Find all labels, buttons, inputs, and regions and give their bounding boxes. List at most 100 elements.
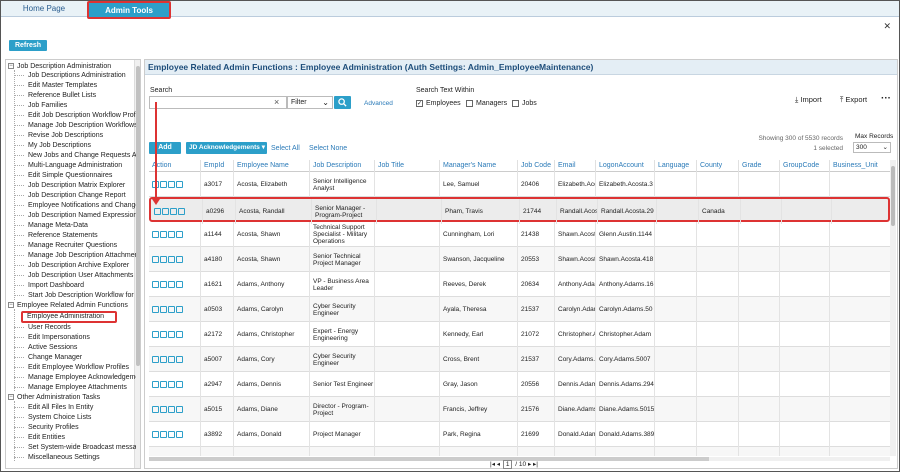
employees-checkbox[interactable]: ✓ Employees [416, 99, 461, 108]
search-button[interactable] [334, 96, 351, 109]
tree-item[interactable]: Multi-Language Administration [8, 161, 136, 170]
column-header[interactable]: Email [554, 160, 595, 172]
filter-dropdown[interactable]: Filter ⌄ [287, 96, 333, 109]
tree-item[interactable]: Change Manager [8, 353, 136, 362]
tree-item[interactable]: My Job Descriptions [8, 141, 136, 150]
column-header[interactable]: EmpId [200, 160, 233, 172]
tree-item[interactable]: Edit Impersonations [8, 333, 136, 342]
prev-page-icon[interactable]: ◂ [497, 461, 500, 468]
settings-icon[interactable] [168, 256, 175, 263]
more-options-icon[interactable]: ··· [881, 93, 891, 104]
column-header[interactable]: Business_Unit [829, 160, 890, 172]
tab-home-page[interactable]: Home Page [7, 1, 81, 17]
document-icon[interactable] [160, 256, 167, 263]
edit-icon[interactable] [152, 256, 159, 263]
tree-item[interactable]: Reference Bullet Lists [8, 91, 136, 100]
column-header[interactable]: Job Code [517, 160, 554, 172]
table-row[interactable]: a4180 Acosta, Shawn Senior Technical Proje… [149, 247, 890, 272]
card-icon[interactable] [176, 431, 183, 438]
document-icon[interactable] [160, 431, 167, 438]
tree-item[interactable]: System Choice Lists [8, 413, 136, 422]
tree-item[interactable]: Job Description Archive Explorer [8, 261, 136, 270]
tree-item[interactable]: Start Job Description Workflow for [8, 291, 136, 300]
document-icon[interactable] [160, 306, 167, 313]
column-header[interactable]: Employee Name [233, 160, 309, 172]
settings-icon[interactable] [168, 231, 175, 238]
edit-icon[interactable] [154, 208, 161, 215]
collapse-icon[interactable]: − [8, 302, 14, 308]
document-icon[interactable] [160, 231, 167, 238]
document-icon[interactable] [160, 406, 167, 413]
tree-item[interactable]: Job Families [8, 101, 136, 110]
tree-item[interactable]: Edit Simple Questionnaires [8, 171, 136, 180]
import-button[interactable]: ⤓ Import [795, 95, 822, 105]
column-header[interactable]: Job Title [374, 160, 439, 172]
tree-item[interactable]: Manage Recruiter Questions [8, 241, 136, 250]
tree-item[interactable]: Job Description Named Expressions [8, 211, 136, 220]
table-row[interactable]: a1144 Acosta, Shawn Technical Support Spec… [149, 222, 890, 247]
table-row[interactable]: a5015 Adams, Diane Director - Program-Proj… [149, 397, 890, 422]
edit-icon[interactable] [152, 231, 159, 238]
card-icon[interactable] [176, 381, 183, 388]
managers-checkbox[interactable]: Managers [466, 99, 507, 108]
document-icon[interactable] [160, 281, 167, 288]
collapse-icon[interactable]: − [8, 394, 14, 400]
edit-icon[interactable] [152, 331, 159, 338]
advanced-link[interactable]: Advanced [364, 100, 393, 107]
tree-group[interactable]: − Job Description Administration [8, 62, 136, 71]
table-row[interactable]: a0296 Acosta, Randall Senior Manager - Pro… [149, 197, 890, 224]
card-icon[interactable] [176, 231, 183, 238]
tree-item[interactable]: Employee Administration [21, 311, 117, 323]
table-row[interactable]: a3017 Acosta, Elizabeth Senior Intelligenc… [149, 172, 890, 197]
last-page-icon[interactable]: ▸| [533, 461, 538, 468]
tree-item[interactable]: User Records [8, 323, 136, 332]
grid-vertical-scrollbar[interactable] [890, 160, 896, 456]
table-row[interactable]: a0503 Adams, Carolyn Cyber Security Engine… [149, 297, 890, 322]
card-icon[interactable] [176, 181, 183, 188]
select-none-link[interactable]: Select None [309, 145, 347, 152]
settings-icon[interactable] [168, 431, 175, 438]
edit-icon[interactable] [152, 356, 159, 363]
edit-icon[interactable] [152, 406, 159, 413]
tree-item[interactable]: Miscellaneous Settings [8, 453, 136, 462]
page-number-input[interactable]: 1 [502, 460, 513, 469]
tree-item[interactable]: Manage Job Description Attachments [8, 251, 136, 260]
column-header[interactable]: County [696, 160, 738, 172]
close-icon[interactable]: ✕ [883, 21, 891, 32]
edit-icon[interactable] [152, 306, 159, 313]
tree-scroll-thumb[interactable] [136, 66, 140, 366]
tree-item[interactable]: Security Profiles [8, 423, 136, 432]
tab-admin-tools[interactable]: Admin Tools [87, 1, 171, 19]
tree-item[interactable]: Edit Entities [8, 433, 136, 442]
card-icon[interactable] [176, 281, 183, 288]
select-all-link[interactable]: Select All [271, 145, 300, 152]
search-input[interactable] [149, 96, 287, 109]
column-header[interactable]: GroupCode [779, 160, 829, 172]
table-row[interactable]: a2820Adams, DonnaInformation [149, 447, 890, 456]
max-records-select[interactable]: 300 ⌄ [853, 142, 891, 153]
tree-item[interactable]: New Jobs and Change Requests Admin [8, 151, 136, 160]
tree-item[interactable]: Employee Notifications and Changes [8, 201, 136, 210]
column-header[interactable]: Language [654, 160, 696, 172]
tree-item[interactable]: Edit Employee Workflow Profiles [8, 363, 136, 372]
card-icon[interactable] [178, 208, 185, 215]
card-icon[interactable] [176, 331, 183, 338]
document-icon[interactable] [160, 381, 167, 388]
refresh-button[interactable]: Refresh [9, 40, 47, 51]
tree-item[interactable]: Manage Job Description Workflows [8, 121, 136, 130]
tree-item[interactable]: Manage Employee Attachments [8, 383, 136, 392]
tree-item[interactable]: Import Dashboard [8, 281, 136, 290]
add-button[interactable]: Add [149, 142, 181, 154]
card-icon[interactable] [176, 306, 183, 313]
settings-icon[interactable] [168, 181, 175, 188]
edit-icon[interactable] [152, 381, 159, 388]
first-page-icon[interactable]: |◂ [490, 461, 495, 468]
grid-hscroll-thumb[interactable] [149, 457, 709, 461]
document-icon[interactable] [160, 331, 167, 338]
card-icon[interactable] [176, 256, 183, 263]
tree-item[interactable]: Job Description Matrix Explorer [8, 181, 136, 190]
settings-icon[interactable] [168, 331, 175, 338]
card-icon[interactable] [176, 406, 183, 413]
column-header[interactable]: Manager's Name [439, 160, 517, 172]
jobs-checkbox[interactable]: Jobs [512, 99, 537, 108]
